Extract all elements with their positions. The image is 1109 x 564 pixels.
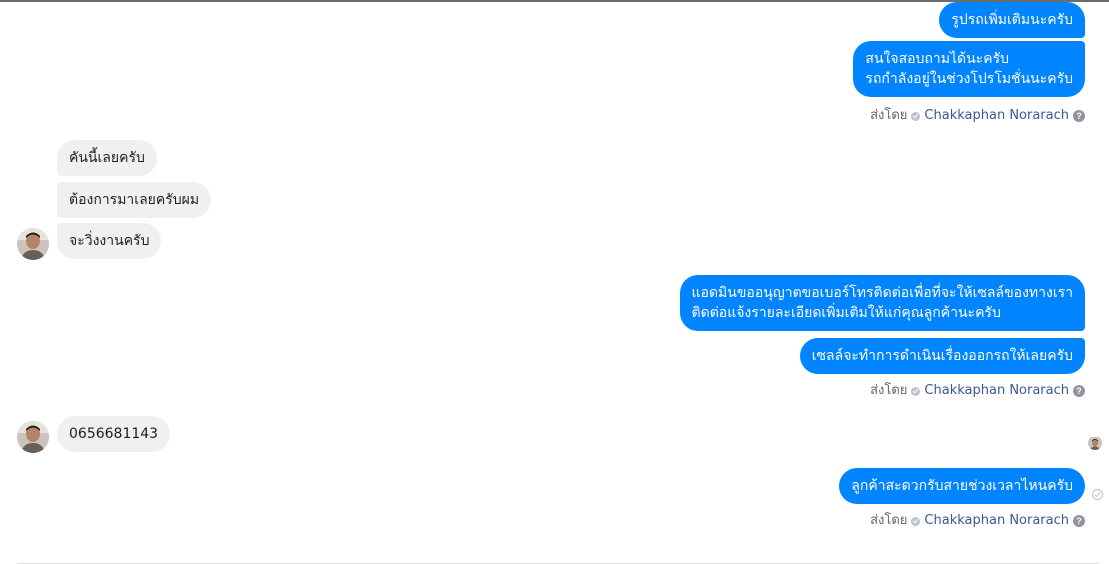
message-text: คันนี้เลยครับ — [69, 150, 145, 166]
sent-by-label: ส่งโดย Chakkaphan Norarach ? — [870, 108, 1085, 124]
message-text: เซลล์จะทำการดำเนินเรื่องออกรถให้เลยครับ — [811, 348, 1073, 364]
sender-name-link[interactable]: Chakkaphan Norarach — [924, 108, 1069, 124]
message-incoming[interactable]: จะวิ่งงานครับ — [57, 223, 162, 259]
sent-by-label: ส่งโดย Chakkaphan Norarach ? — [870, 513, 1085, 529]
sender-name-link[interactable]: Chakkaphan Norarach — [924, 513, 1069, 529]
question-icon[interactable]: ? — [1073, 385, 1085, 397]
question-icon[interactable]: ? — [1073, 110, 1085, 122]
check-circle-icon — [911, 386, 921, 396]
message-text-line: แอดมินขออนุญาตขอเบอร์โทรติดต่อเพื่อที่จะ… — [691, 285, 1073, 301]
window-top-border — [0, 0, 1109, 2]
message-text: รูปรถเพิ่มเติมนะครับ — [951, 12, 1073, 28]
sent-by-prefix: ส่งโดย — [870, 513, 908, 528]
message-outgoing[interactable]: รูปรถเพิ่มเติมนะครับ — [939, 2, 1085, 38]
avatar[interactable] — [17, 228, 49, 260]
message-outgoing[interactable]: เซลล์จะทำการดำเนินเรื่องออกรถให้เลยครับ — [799, 338, 1085, 374]
message-text-line: ติดต่อแจ้งรายละเอียดเพิ่มเติมให้แก่คุณลู… — [691, 305, 1001, 321]
sent-by-label: ส่งโดย Chakkaphan Norarach ? — [870, 383, 1085, 399]
sent-by-prefix: ส่งโดย — [870, 383, 908, 398]
question-icon[interactable]: ? — [1073, 515, 1085, 527]
message-incoming[interactable]: ต้องการมาเลยครับผม — [57, 182, 212, 218]
message-text: ลูกค้าสะดวกรับสายช่วงเวลาไหนครับ — [851, 478, 1073, 494]
message-text: 0656681143 — [69, 426, 159, 442]
message-text-line: สนใจสอบถามได้นะครับ — [865, 51, 1009, 67]
seen-check-icon — [1092, 489, 1103, 500]
check-circle-icon — [911, 111, 921, 121]
message-outgoing[interactable]: ลูกค้าสะดวกรับสายช่วงเวลาไหนครับ — [839, 468, 1085, 504]
sender-name-link[interactable]: Chakkaphan Norarach — [924, 383, 1069, 399]
message-incoming[interactable]: คันนี้เลยครับ — [57, 140, 157, 176]
message-outgoing[interactable]: สนใจสอบถามได้นะครับ รถกำลังอยู่ในช่วงโปร… — [853, 41, 1085, 97]
message-incoming[interactable]: 0656681143 — [57, 416, 171, 452]
message-text-line: รถกำลังอยู่ในช่วงโปรโมชั่นนะครับ — [865, 71, 1073, 87]
sent-by-prefix: ส่งโดย — [870, 108, 908, 123]
message-text: ต้องการมาเลยครับผม — [69, 192, 200, 208]
message-outgoing[interactable]: แอดมินขออนุญาตขอเบอร์โทรติดต่อเพื่อที่จะ… — [679, 275, 1085, 331]
message-text: จะวิ่งงานครับ — [69, 233, 150, 249]
read-receipt-avatar — [1088, 436, 1102, 450]
check-circle-icon — [911, 516, 921, 526]
avatar[interactable] — [17, 421, 49, 453]
